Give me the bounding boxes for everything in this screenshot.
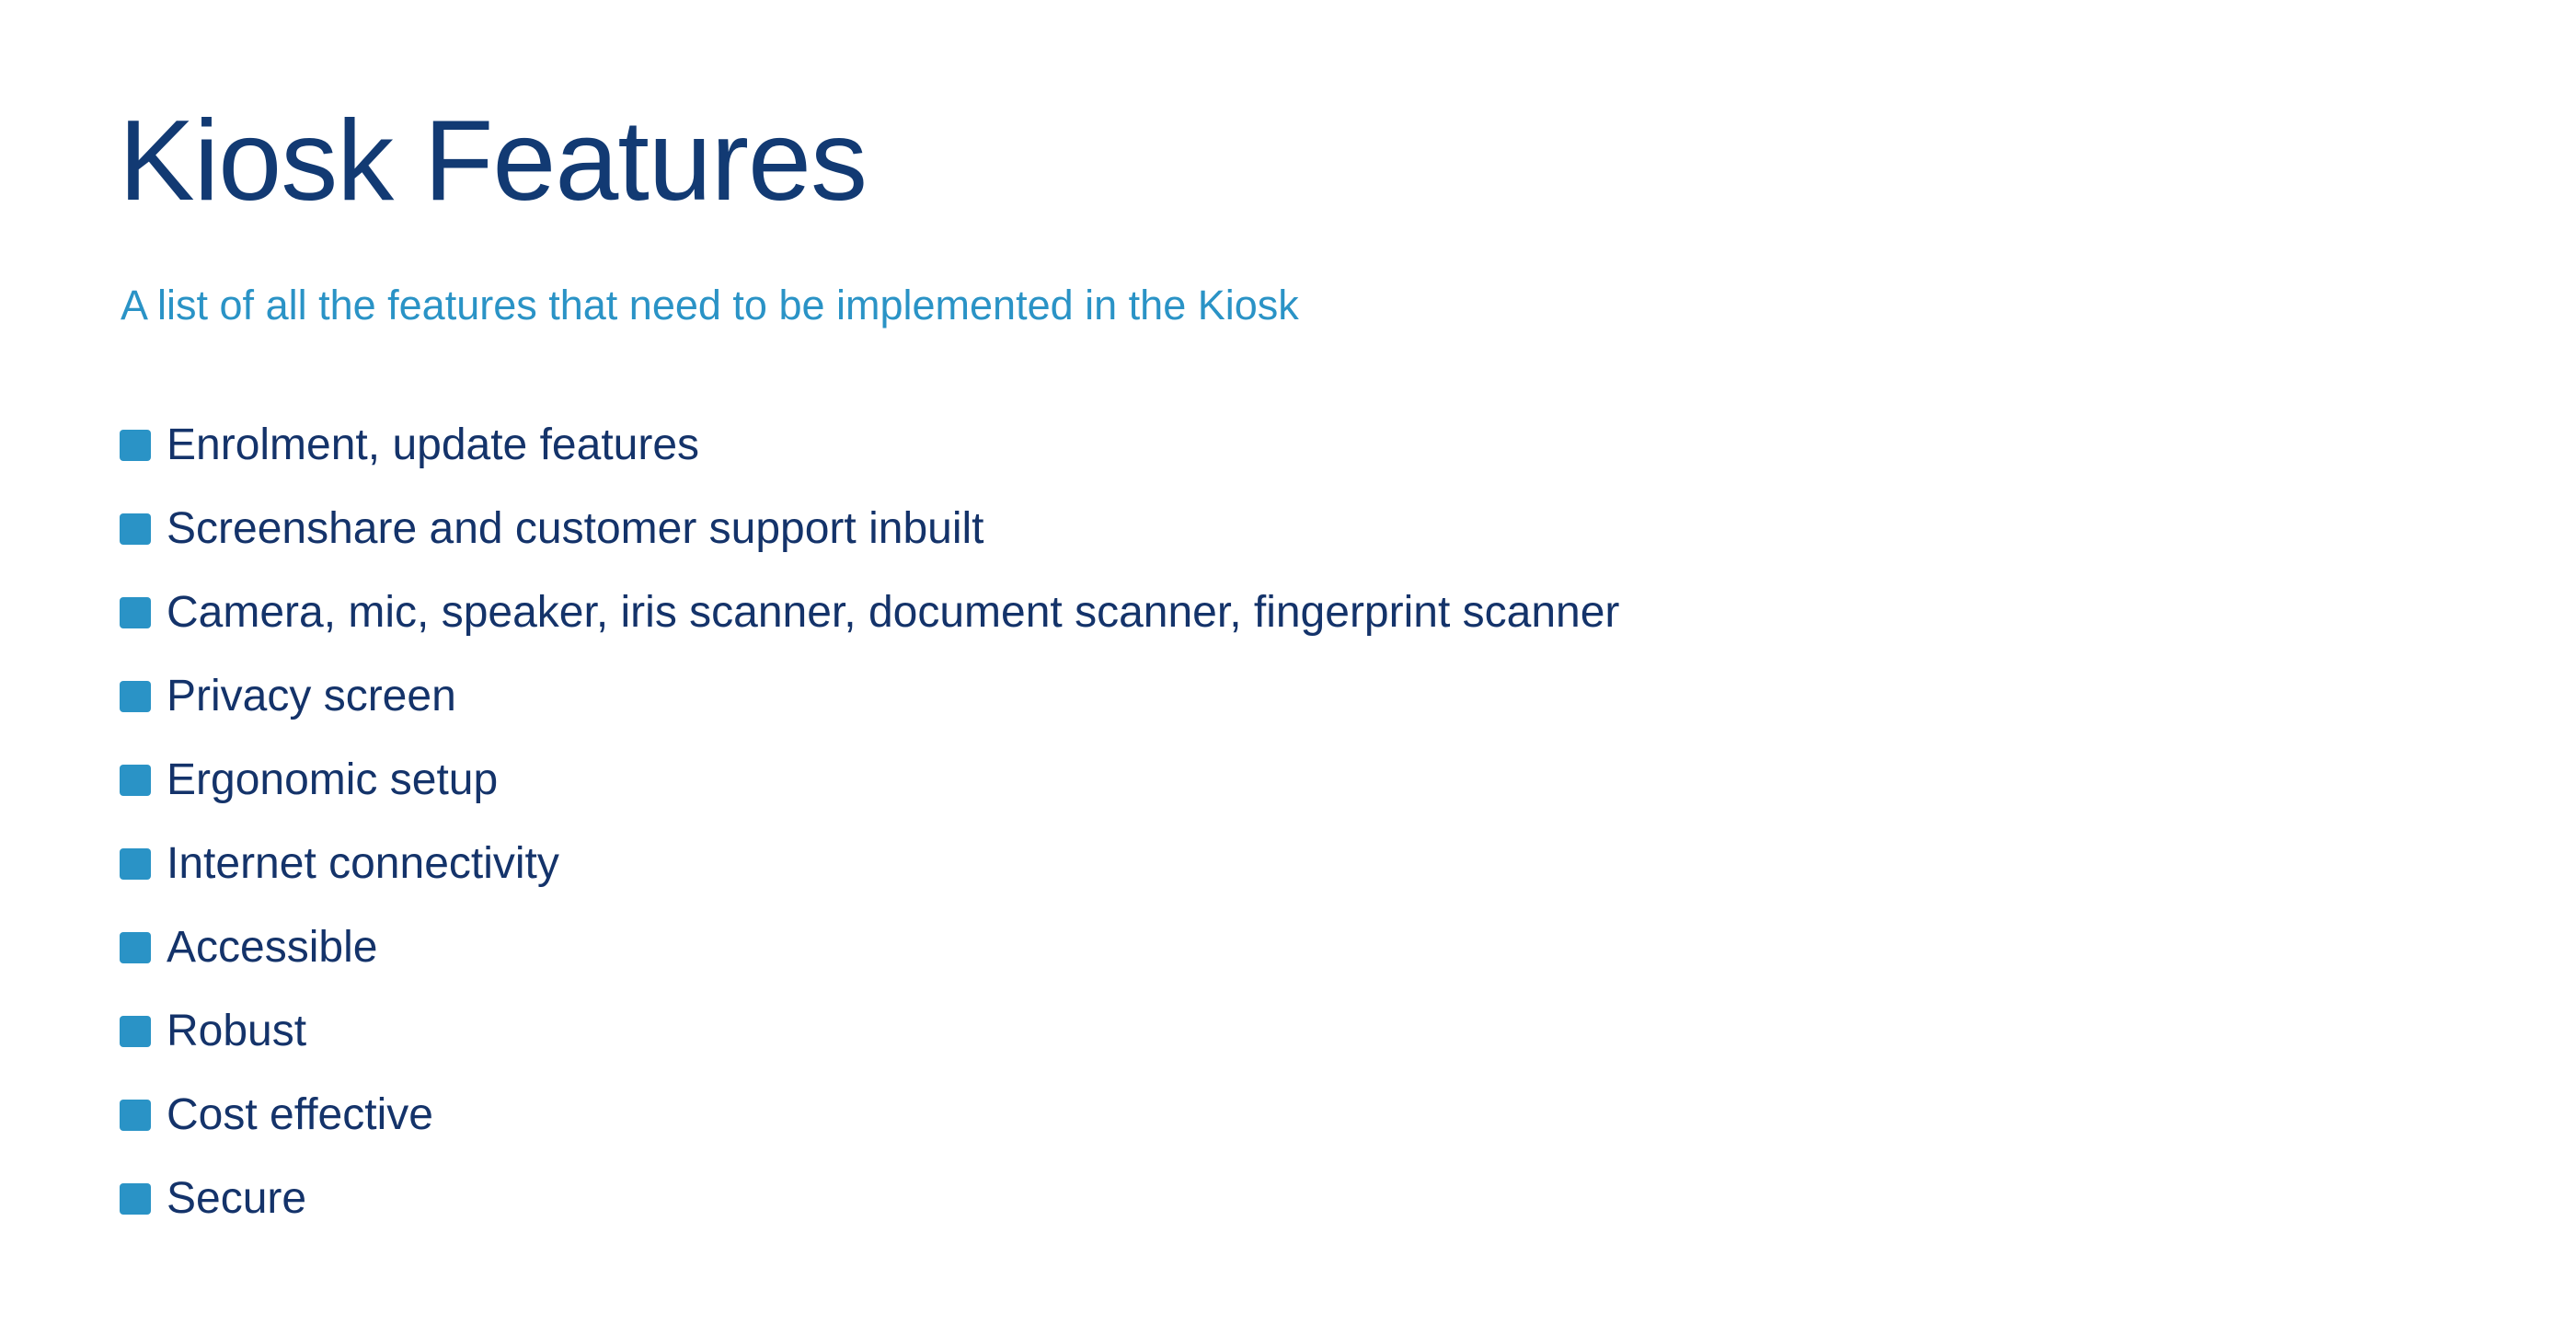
list-item: Cost effective [120, 1073, 1619, 1157]
list-item: Enrolment, update features [120, 403, 1619, 487]
feature-text: Cost effective [167, 1089, 433, 1139]
square-bullet-icon [120, 764, 151, 796]
feature-text: Camera, mic, speaker, iris scanner, docu… [167, 587, 1620, 637]
feature-text: Robust [167, 1006, 307, 1055]
list-item: Privacy screen [120, 654, 1619, 738]
feature-text: Privacy screen [167, 671, 456, 720]
list-item: Camera, mic, speaker, iris scanner, docu… [120, 570, 1619, 654]
square-bullet-icon [120, 429, 151, 461]
list-item: Internet connectivity [120, 822, 1619, 905]
square-bullet-icon [120, 931, 151, 963]
slide: Kiosk Features A list of all the feature… [0, 0, 2576, 1325]
list-item: Robust [120, 989, 1619, 1073]
square-bullet-icon [120, 1015, 151, 1047]
list-item: Accessible [120, 905, 1619, 989]
square-bullet-icon [120, 847, 151, 880]
list-item: Screenshare and customer support inbuilt [120, 487, 1619, 570]
feature-text: Internet connectivity [167, 838, 559, 888]
slide-title: Kiosk Features [119, 98, 868, 225]
feature-text: Secure [167, 1173, 307, 1223]
square-bullet-icon [120, 596, 151, 628]
feature-text: Accessible [167, 922, 378, 972]
square-bullet-icon [120, 513, 151, 545]
feature-text: Screenshare and customer support inbuilt [167, 503, 984, 553]
square-bullet-icon [120, 1182, 151, 1215]
feature-text: Enrolment, update features [167, 420, 700, 469]
list-item: Ergonomic setup [120, 738, 1619, 822]
feature-text: Ergonomic setup [167, 755, 499, 804]
slide-subtitle: A list of all the features that need to … [121, 282, 1299, 328]
list-item: Secure [120, 1157, 1619, 1240]
feature-list: Enrolment, update features Screenshare a… [120, 403, 1619, 1240]
square-bullet-icon [120, 680, 151, 712]
square-bullet-icon [120, 1099, 151, 1131]
